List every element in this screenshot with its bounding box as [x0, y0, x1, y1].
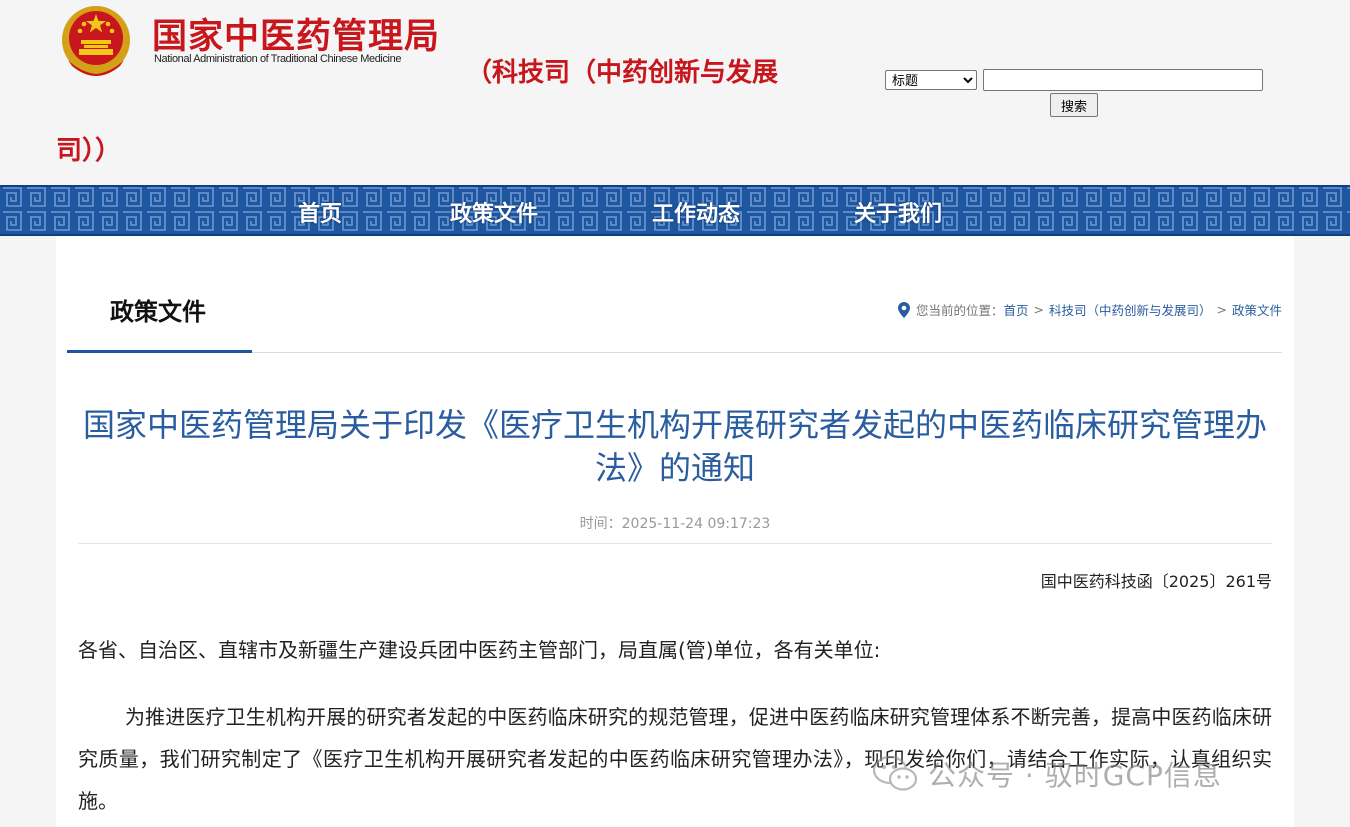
- breadcrumb: 您当前的位置： 首页 > 科技司（中药创新与发展司） > 政策文件: [897, 300, 1282, 319]
- watermark-text: 公众号 · 驭时GCP信息: [928, 759, 1222, 792]
- article-title: 国家中医药管理局关于印发《医疗卫生机构开展研究者发起的中医药临床研究管理办法》的…: [82, 406, 1267, 487]
- agency-name-cn: 国家中医药管理局: [152, 16, 441, 57]
- department-name: （科技司（中药创新与发展: [466, 58, 779, 88]
- nav-item-policy-documents[interactable]: 政策文件: [450, 196, 538, 228]
- wechat-logo-icon: [872, 755, 918, 791]
- search-field-select[interactable]: 标题: [885, 70, 977, 90]
- department-name-continued: 司））: [56, 136, 122, 166]
- breadcrumb-link-policy-documents[interactable]: 政策文件: [1232, 300, 1282, 319]
- national-emblem-icon: [62, 6, 130, 76]
- wechat-watermark: 公众号 · 驭时GCP信息: [872, 754, 1222, 794]
- section-title: 政策文件: [110, 298, 206, 326]
- nav-item-about-us[interactable]: 关于我们: [854, 196, 942, 228]
- breadcrumb-link-home[interactable]: 首页: [1003, 300, 1028, 319]
- content-panel: 政策文件 您当前的位置： 首页 > 科技司（中药创新与发展司） > 政策文件 国…: [56, 236, 1294, 827]
- document-number: 国中医药科技函〔2025〕261号: [1040, 572, 1272, 591]
- nav-item-home[interactable]: 首页: [298, 196, 342, 228]
- section-title-underline: [67, 350, 252, 353]
- site-header: 国家中医药管理局 National Administration of Trad…: [0, 0, 1350, 185]
- search-input[interactable]: [983, 69, 1263, 91]
- location-pin-icon: [897, 301, 910, 318]
- breadcrumb-separator: >: [1033, 302, 1044, 317]
- breadcrumb-separator: >: [1216, 302, 1227, 317]
- agency-name-en: National Administration of Traditional C…: [154, 53, 402, 65]
- search-button[interactable]: 搜索: [1050, 93, 1098, 117]
- breadcrumb-prefix: 您当前的位置：: [915, 303, 1004, 318]
- nav-item-work-news[interactable]: 工作动态: [652, 196, 740, 228]
- title-divider: [78, 543, 1272, 544]
- article-salutation: 各省、自治区、直辖市及新疆生产建设兵团中医药主管部门，局直属(管)单位，各有关单…: [78, 638, 881, 662]
- breadcrumb-link-department[interactable]: 科技司（中药创新与发展司）: [1049, 300, 1212, 319]
- publish-time: 时间：2025-11-24 09:17:23: [579, 516, 771, 532]
- main-navigation: 首页 政策文件 工作动态 关于我们: [0, 185, 1350, 236]
